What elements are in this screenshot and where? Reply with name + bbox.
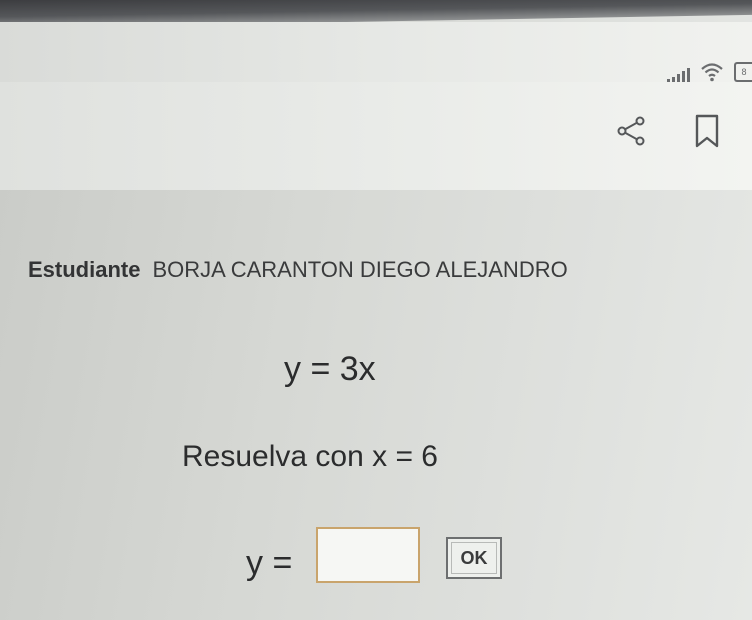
student-label: Estudiante (28, 257, 141, 282)
wifi-icon (701, 63, 723, 82)
signal-icon (667, 66, 690, 82)
student-line: Estudiante BORJA CARANTON DIEGO ALEJANDRO (28, 257, 568, 283)
battery-level: 8 (741, 67, 747, 77)
ok-button[interactable]: OK (446, 537, 502, 579)
equation: y = 3x (284, 350, 376, 388)
answer-label: y = (246, 544, 293, 582)
status-bar: 8 (0, 22, 752, 82)
share-button[interactable] (610, 110, 652, 152)
answer-input[interactable] (316, 527, 420, 583)
student-name: BORJA CARANTON DIEGO ALEJANDRO (152, 257, 568, 282)
share-icon (617, 116, 645, 146)
battery-icon: 8 (734, 62, 752, 82)
bookmark-icon (695, 114, 719, 148)
bookmark-button[interactable] (686, 110, 728, 152)
status-icons: 8 (667, 58, 752, 82)
instruction-text: Resuelva con x = 6 (182, 440, 438, 473)
